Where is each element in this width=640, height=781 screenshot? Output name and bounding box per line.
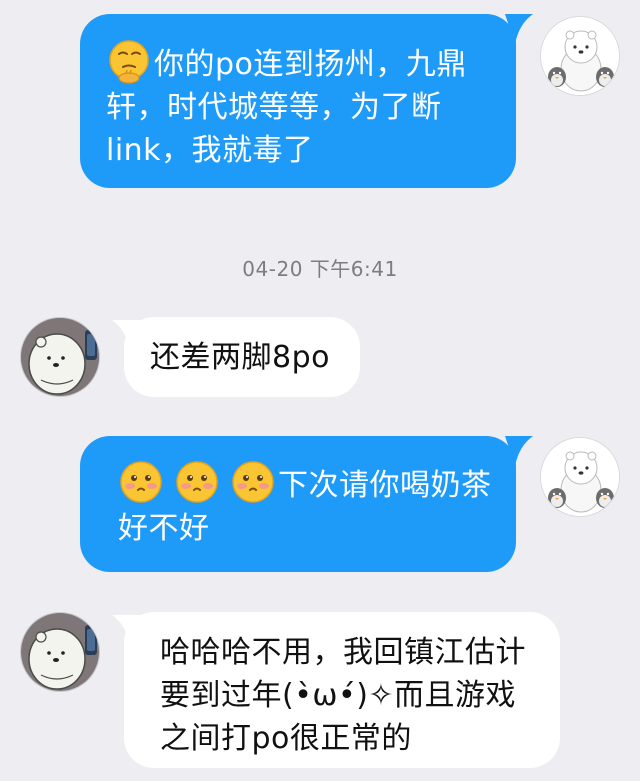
blushing-face-emoji-icon — [174, 459, 220, 505]
blushing-face-emoji-icon — [118, 459, 164, 505]
message-bubble[interactable]: 哈哈哈不用，我回镇江估计要到过年(•̀ω•́)✧而且游戏之间打po很正常的 — [124, 612, 560, 768]
thinking-chin-emoji-icon — [106, 38, 152, 84]
message-text: 你的po连到扬州，九鼎轩，时代城等等，为了断link，我就毒了 — [106, 47, 467, 168]
polar-bear-penguins-avatar[interactable] — [540, 437, 620, 517]
timestamp: 04-20 下午6:41 — [242, 257, 398, 281]
ice-bear-avatar[interactable] — [20, 612, 100, 692]
message-text: 哈哈哈不用，我回镇江估计要到过年(•̀ω•́)✧而且游戏之间打po很正常的 — [160, 635, 526, 756]
message-bubble[interactable]: 下次请你喝奶茶好不好 — [80, 436, 516, 572]
message-bubble[interactable]: 还差两脚8po — [124, 317, 360, 397]
message-bubble[interactable]: 你的po连到扬州，九鼎轩，时代城等等，为了断link，我就毒了 — [80, 14, 516, 188]
ice-bear-avatar[interactable] — [20, 317, 100, 397]
blushing-face-emoji-icon — [230, 459, 276, 505]
message-text: 还差两脚8po — [150, 340, 330, 375]
polar-bear-penguins-avatar[interactable] — [540, 16, 620, 96]
